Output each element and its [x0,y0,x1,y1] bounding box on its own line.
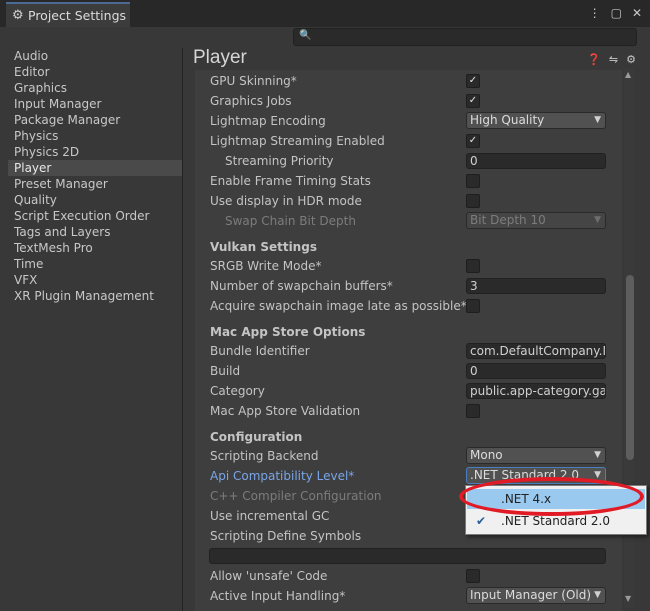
lightmap-encoding-label: Lightmap Encoding [210,114,326,128]
sidebar-item-preset-manager[interactable]: Preset Manager [8,176,182,192]
lightmap-streaming-label: Lightmap Streaming Enabled [210,134,385,148]
bundle-id-field[interactable]: com.DefaultCompany.M [466,343,606,359]
input-handling-label: Active Input Handling* [210,589,346,603]
acquire-late-checkbox[interactable] [466,299,480,313]
hdr-display-label: Use display in HDR mode [210,194,362,208]
srgb-write-checkbox[interactable] [466,259,480,273]
sidebar-item-time[interactable]: Time [8,256,182,272]
define-symbols-label: Scripting Define Symbols [210,529,362,543]
cpp-config-label: C++ Compiler Configuration [210,489,382,503]
scroll-up-icon[interactable]: ▲ [625,70,631,79]
input-handling-value: Input Manager (Old) [470,588,592,602]
frame-timing-label: Enable Frame Timing Stats [210,174,371,188]
maximize-icon[interactable]: ▢ [611,6,622,20]
srgb-write-label: SRGB Write Mode* [210,259,322,273]
search-input[interactable]: 🔍 [293,28,637,46]
window-controls: ⋮ ▢ ✕ [589,6,642,20]
swap-chain-dropdown: Bit Depth 10 ▼ [466,212,606,229]
input-handling-dropdown[interactable]: Input Manager (Old) ▼ [466,587,606,604]
project-settings-window: ⚙ Project Settings ⋮ ▢ ✕ 🔍 Audio Editor … [0,0,650,611]
chevron-down-icon: ▼ [594,215,601,225]
chevron-down-icon: ▼ [594,450,601,460]
title-bar: ⚙ Project Settings ⋮ ▢ ✕ [0,0,650,27]
sidebar-item-player[interactable]: Player [8,160,182,176]
tab-project-settings[interactable]: ⚙ Project Settings [6,2,130,27]
configuration-header: Configuration [210,430,303,444]
scripting-backend-dropdown[interactable]: Mono ▼ [466,447,606,464]
gpu-skinning-label: GPU Skinning* [210,74,297,88]
sidebar-item-package-manager[interactable]: Package Manager [8,112,182,128]
mac-validation-checkbox[interactable] [466,404,480,418]
lightmap-encoding-value: High Quality [470,113,545,127]
scrollbar-thumb[interactable] [626,275,634,460]
help-icon[interactable]: ❓ [587,53,601,66]
lightmap-encoding-dropdown[interactable]: High Quality ▼ [466,112,606,129]
category-label: Category [210,384,265,398]
swap-chain-value: Bit Depth 10 [470,213,546,227]
hdr-display-checkbox[interactable] [466,194,480,208]
build-label: Build [210,364,241,378]
sidebar-item-xr-plugin-management[interactable]: XR Plugin Management [8,288,182,304]
chevron-down-icon: ▼ [594,115,601,125]
presets-icon[interactable]: ⇋ [609,53,618,66]
scroll-down-icon[interactable]: ▼ [625,594,631,603]
scripting-backend-value: Mono [470,448,503,462]
build-field[interactable]: 0 [466,363,606,379]
api-level-label: Api Compatibility Level* [210,469,355,483]
mac-validation-label: Mac App Store Validation [210,404,361,418]
sidebar-item-graphics[interactable]: Graphics [8,80,182,96]
unsafe-code-label: Allow 'unsafe' Code [210,569,328,583]
gear-icon[interactable]: ⚙ [626,53,636,66]
annotation-circle [459,477,644,516]
sidebar-item-physics[interactable]: Physics [8,128,182,144]
sidebar-item-editor[interactable]: Editor [8,64,182,80]
sidebar-item-textmesh-pro[interactable]: TextMesh Pro [8,240,182,256]
sidebar-item-tags-and-layers[interactable]: Tags and Layers [8,224,182,240]
swap-chain-label: Swap Chain Bit Depth [225,214,356,228]
incremental-gc-label: Use incremental GC [210,509,330,523]
mac-app-store-header: Mac App Store Options [210,325,366,339]
bundle-id-label: Bundle Identifier [210,344,310,358]
acquire-late-label: Acquire swapchain image late as possible… [210,299,467,313]
gear-icon: ⚙ [12,7,24,23]
vulkan-settings-header: Vulkan Settings [210,240,317,254]
chevron-down-icon: ▼ [594,590,601,600]
sidebar-item-quality[interactable]: Quality [8,192,182,208]
window-title: Project Settings [28,8,127,23]
graphics-jobs-checkbox[interactable]: ✓ [466,94,480,108]
category-field[interactable]: public.app-category.gan [466,383,606,399]
settings-sidebar: Audio Editor Graphics Input Manager Pack… [8,48,183,611]
header-icons: ❓ ⇋ ⚙ [587,53,636,66]
frame-timing-checkbox[interactable] [466,174,480,188]
more-options-icon[interactable]: ⋮ [589,6,601,20]
search-icon: 🔍 [299,30,312,41]
streaming-priority-label: Streaming Priority [225,154,334,168]
sidebar-item-physics-2d[interactable]: Physics 2D [8,144,182,160]
lightmap-streaming-checkbox[interactable]: ✓ [466,134,480,148]
sidebar-item-vfx[interactable]: VFX [8,272,182,288]
sidebar-item-input-manager[interactable]: Input Manager [8,96,182,112]
checkmark-icon: ✔ [476,514,487,528]
close-icon[interactable]: ✕ [632,6,642,20]
swapchain-buffers-field[interactable]: 3 [466,278,606,294]
unsafe-code-checkbox[interactable] [466,569,480,583]
graphics-jobs-label: Graphics Jobs [210,94,292,108]
define-symbols-field[interactable] [209,548,606,564]
sidebar-item-audio[interactable]: Audio [8,48,182,64]
streaming-priority-field[interactable]: 0 [466,153,606,169]
gpu-skinning-checkbox[interactable]: ✓ [466,74,480,88]
scripting-backend-label: Scripting Backend [210,449,319,463]
page-title: Player [193,47,247,68]
sidebar-item-script-execution-order[interactable]: Script Execution Order [8,208,182,224]
search-row: 🔍 [0,27,650,48]
swapchain-buffers-label: Number of swapchain buffers* [210,279,393,293]
